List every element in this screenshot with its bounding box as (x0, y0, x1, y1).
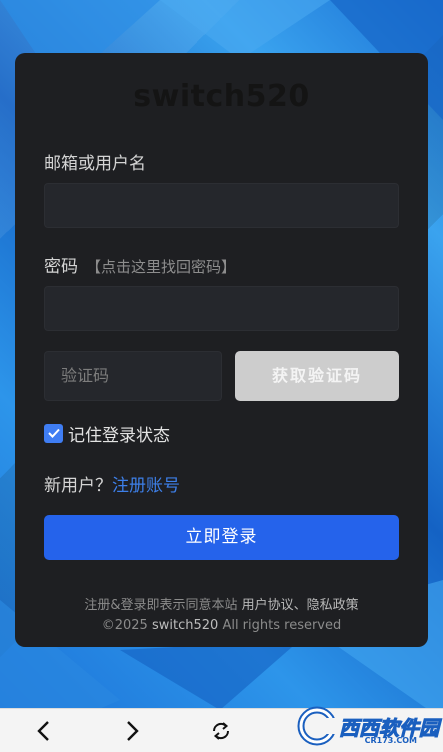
check-icon (47, 428, 60, 438)
captcha-input[interactable]: 验证码 (44, 351, 222, 401)
copyright-year: ©2025 (101, 618, 148, 633)
new-user-row: 新用户？注册账号 (44, 471, 180, 496)
refresh-button[interactable] (207, 717, 235, 745)
remember-label: 记住登录状态 (68, 425, 170, 446)
forward-button[interactable] (118, 717, 146, 745)
site-logo: switch520 (133, 79, 310, 114)
remember-checkbox[interactable] (44, 423, 63, 443)
password-field[interactable] (44, 286, 399, 331)
copyright: ©2025 switch520 All rights reserved (15, 618, 428, 633)
watermark: 西西软件园 CR173.COM (297, 704, 440, 748)
remember-login[interactable]: 记住登录状态 (44, 422, 170, 446)
policy-links[interactable]: 用户协议、隐私政策 (242, 598, 359, 613)
refresh-icon (212, 722, 230, 740)
watermark-url: CR173.COM (364, 736, 417, 745)
password-label: 密码 (44, 257, 78, 277)
new-user-text: 新用户？ (44, 476, 112, 496)
register-link[interactable]: 注册账号 (112, 476, 180, 496)
login-card: switch520 邮箱或用户名 密码 【点击这里找回密码】 验证码 获取验证码 … (15, 53, 428, 647)
copyright-rights: All rights reserved (222, 618, 342, 633)
agreement-prefix: 注册&登录即表示同意本站 (84, 598, 238, 613)
watermark-logo-icon (297, 706, 337, 746)
password-label-row: 密码 【点击这里找回密码】 (44, 252, 236, 277)
forgot-password-link[interactable]: 【点击这里找回密码】 (86, 258, 236, 276)
chevron-left-icon (37, 721, 49, 741)
chevron-right-icon (127, 721, 139, 741)
get-captcha-button[interactable]: 获取验证码 (235, 351, 399, 401)
copyright-brand: switch520 (151, 618, 219, 633)
login-button[interactable]: 立即登录 (44, 515, 399, 560)
agreement-text: 注册&登录即表示同意本站 用户协议、隐私政策 (15, 594, 428, 613)
email-field[interactable] (44, 183, 399, 228)
back-button[interactable] (30, 717, 58, 745)
email-label: 邮箱或用户名 (44, 154, 146, 174)
